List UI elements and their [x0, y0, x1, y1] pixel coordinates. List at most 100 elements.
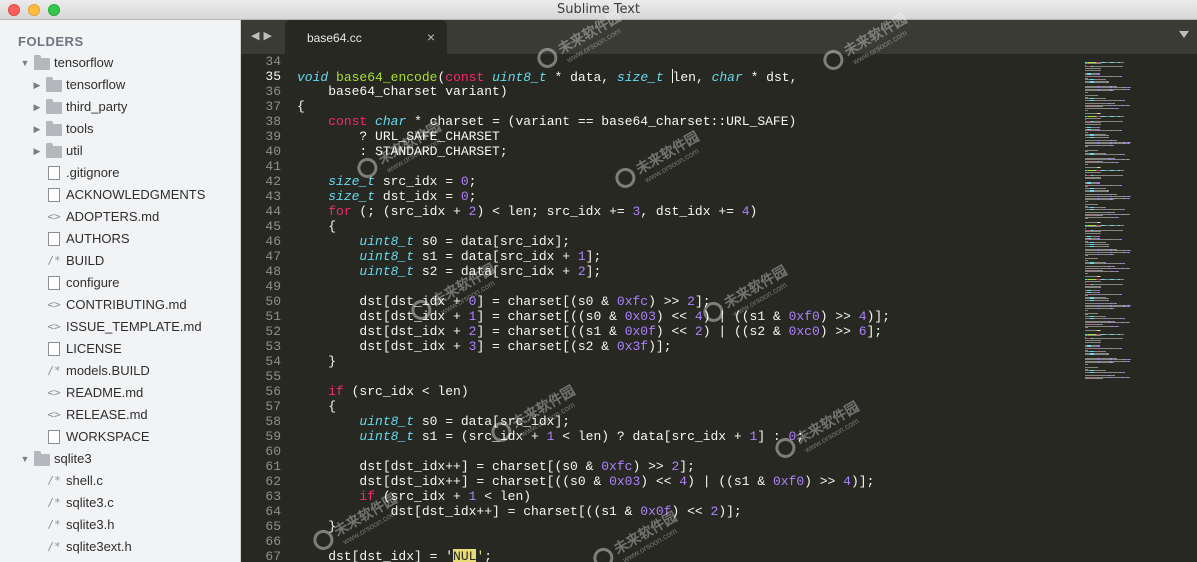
- sidebar-item[interactable]: LICENSE: [0, 338, 240, 360]
- nav-forward-icon[interactable]: ▶: [263, 30, 275, 42]
- minimap-stroke: [1085, 124, 1101, 125]
- sidebar-item[interactable]: ▶ tensorflow: [0, 74, 240, 96]
- code-token: if: [328, 384, 344, 399]
- code-token: {: [297, 99, 305, 114]
- minimap-stroke: [1088, 95, 1098, 97]
- sidebar-item[interactable]: /* shell.c: [0, 470, 240, 492]
- sidebar-item[interactable]: /* sqlite3ext.h: [0, 536, 240, 558]
- minimap[interactable]: [1077, 54, 1197, 562]
- minimap-stroke: [1088, 258, 1098, 260]
- disclosure-closed-icon[interactable]: ▶: [32, 74, 42, 96]
- minimap-stroke: [1128, 159, 1130, 161]
- sidebar-item[interactable]: <> CONTRIBUTING.md: [0, 294, 240, 316]
- line-number: 54: [265, 354, 281, 369]
- tab-menu-chevron-icon[interactable]: [1179, 31, 1189, 38]
- disclosure-closed-icon[interactable]: ▶: [32, 140, 42, 162]
- sidebar-item[interactable]: /* BUILD: [0, 250, 240, 272]
- minimap-stroke: [1105, 317, 1120, 319]
- minimap-stroke: [1117, 216, 1119, 218]
- line-number: 49: [265, 279, 281, 294]
- code-token: len,: [672, 70, 712, 85]
- disclosure-open-icon[interactable]: ▼: [20, 448, 30, 470]
- sidebar-item[interactable]: AUTHORS: [0, 228, 240, 250]
- minimap-stroke: [1105, 100, 1120, 101]
- minimap-stroke: [1105, 372, 1120, 373]
- line-number: 55: [265, 369, 281, 384]
- disclosure-closed-icon[interactable]: ▶: [32, 96, 42, 118]
- minimap-stroke: [1120, 170, 1124, 172]
- minimap-stroke: [1108, 82, 1109, 84]
- sidebar-item[interactable]: ▼ tensorflow: [0, 52, 240, 74]
- minimap-stroke: [1120, 116, 1124, 117]
- sidebar-item[interactable]: WORKSPACE: [0, 426, 240, 448]
- code-area[interactable]: void base64_encode(const uint8_t * data,…: [297, 54, 1077, 562]
- sidebar-item[interactable]: configure: [0, 272, 240, 294]
- minimap-stroke: [1100, 167, 1101, 169]
- code-token: 0xfc: [616, 294, 649, 309]
- code-token: ) >>: [632, 459, 672, 474]
- sidebar-item[interactable]: <> RELEASE.md: [0, 404, 240, 426]
- tab-close-icon[interactable]: ×: [427, 29, 435, 45]
- minimap-stroke: [1112, 144, 1114, 146]
- line-number: 67: [265, 549, 281, 562]
- minimap-stroke: [1112, 90, 1114, 92]
- minimap-stroke: [1099, 144, 1110, 146]
- code-token: dst[dst_idx++] = charset[((s0 &: [297, 474, 610, 489]
- minimap-stroke: [1085, 69, 1101, 71]
- code-token: size_t: [328, 174, 376, 189]
- sidebar-item[interactable]: <> ADOPTERS.md: [0, 206, 240, 228]
- minimap-stroke: [1108, 300, 1109, 301]
- code-line: }: [297, 519, 1077, 534]
- sidebar-item[interactable]: /* sqlite3.h: [0, 514, 240, 536]
- code-token: 0xc0: [788, 324, 820, 339]
- code-token: ] = charset[((s1 &: [476, 324, 625, 339]
- line-number: 34: [265, 54, 281, 69]
- line-number: 43: [265, 189, 281, 204]
- minimap-stroke: [1094, 82, 1107, 84]
- minimap-stroke: [1085, 216, 1111, 218]
- sidebar-item[interactable]: ▶ util: [0, 140, 240, 162]
- sidebar-item[interactable]: .gitignore: [0, 162, 240, 184]
- code-token: ) <<: [671, 504, 711, 519]
- minimap-stroke: [1099, 293, 1111, 295]
- minimap-stroke: [1112, 308, 1114, 309]
- minimap-stroke: [1124, 154, 1125, 156]
- sidebar: FOLDERS ▼ tensorflow ▶ tensorflow ▶ third_par…: [0, 20, 241, 562]
- sidebar-item[interactable]: ACKNOWLEDGMENTS: [0, 184, 240, 206]
- code-token: size_t: [328, 189, 376, 204]
- nav-back-icon[interactable]: ◀: [251, 30, 263, 42]
- sidebar-item[interactable]: ▶ third_party: [0, 96, 240, 118]
- line-number: 61: [265, 459, 281, 474]
- disclosure-open-icon[interactable]: ▼: [20, 52, 30, 74]
- sidebar-item[interactable]: <> ISSUE_TEMPLATE.md: [0, 316, 240, 338]
- code-token: ];: [866, 324, 883, 339]
- code-line: const char * charset = (variant == base6…: [297, 114, 1077, 129]
- line-number: 41: [265, 159, 281, 174]
- sidebar-item[interactable]: ▼ sqlite3: [0, 448, 240, 470]
- editor[interactable]: 34 35 36 37 38 39 40 41 42 43 44 45 46 47 48 49 50 51 52 53…: [241, 54, 1197, 562]
- sidebar-item[interactable]: /* sqlite3.c: [0, 492, 240, 514]
- minimap-stroke: [1129, 143, 1130, 145]
- line-number: 36: [265, 84, 281, 99]
- sidebar-item[interactable]: ▶ tools: [0, 118, 240, 140]
- minimap-stroke: [1105, 154, 1120, 156]
- minimap-stroke: [1124, 100, 1125, 101]
- sidebar-item[interactable]: /* models.BUILD: [0, 360, 240, 382]
- code-token: < len) ? data[src_idx +: [554, 429, 750, 444]
- code-token: const: [328, 114, 368, 129]
- sidebar-item[interactable]: <> README.md: [0, 382, 240, 404]
- code-token: {: [297, 219, 337, 234]
- minimap-stroke: [1116, 143, 1123, 145]
- code-token: ;: [796, 429, 805, 444]
- code-token: char: [375, 114, 407, 129]
- code-token: (src_idx +: [375, 489, 469, 504]
- minimap-stroke: [1112, 362, 1114, 364]
- minimap-stroke: [1085, 271, 1111, 273]
- code-token: dst[dst_idx++] = charset[(s0 &: [297, 459, 602, 474]
- tab-base64-cc[interactable]: base64.cc ×: [285, 20, 447, 54]
- code-token: ) <<: [655, 324, 695, 339]
- disclosure-closed-icon[interactable]: ▶: [32, 118, 42, 140]
- line-number: 47: [265, 249, 281, 264]
- tab-nav-arrows[interactable]: ◀▶: [251, 29, 276, 42]
